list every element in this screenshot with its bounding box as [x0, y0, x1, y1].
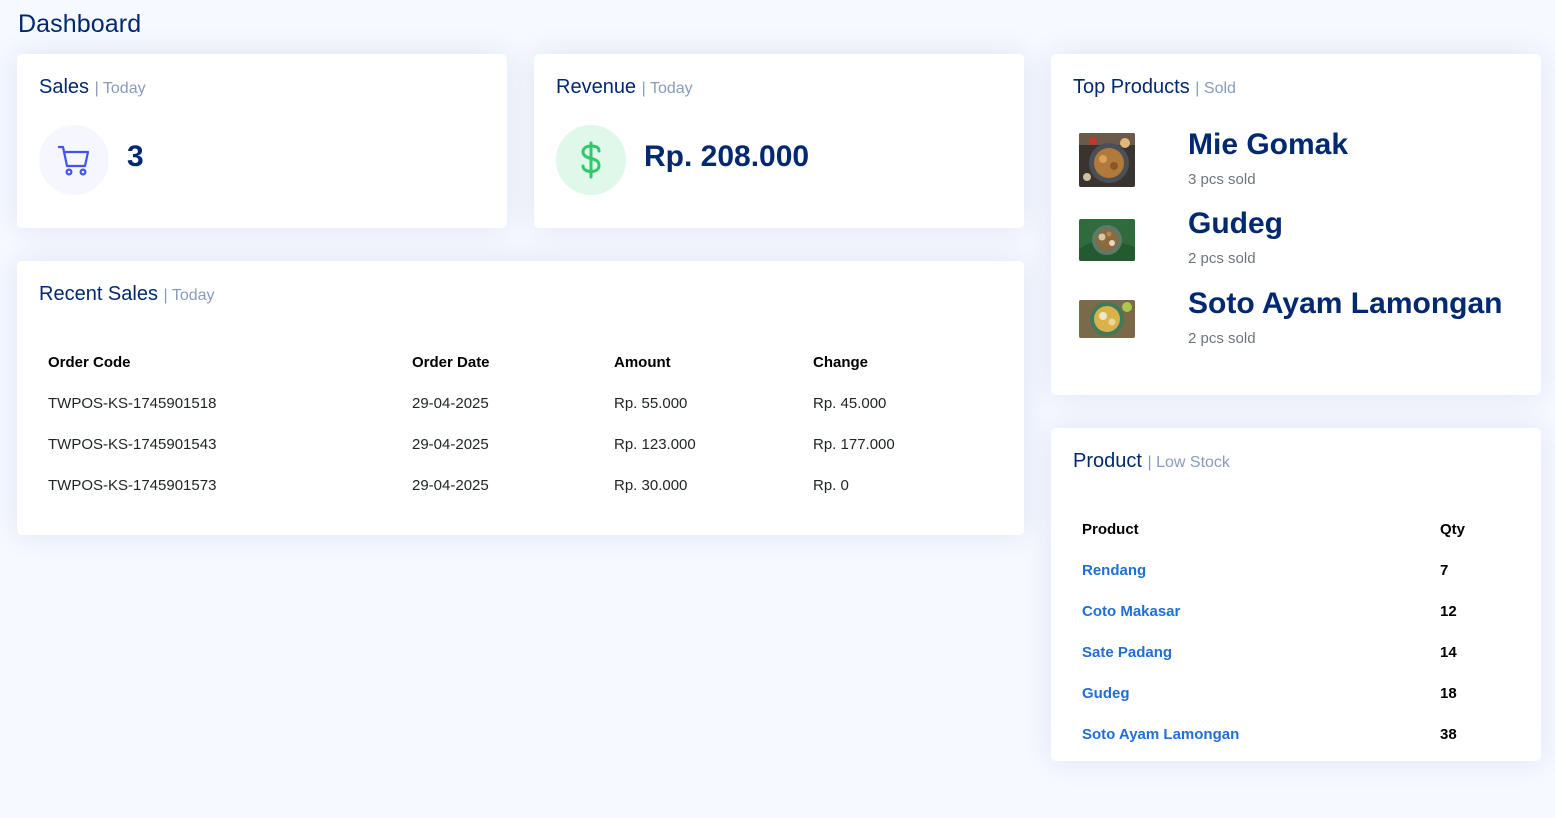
revenue-subtitle: | Today	[641, 80, 693, 97]
order-change: Rp. 177.000	[813, 436, 895, 453]
order-amount: Rp. 30.000	[614, 477, 688, 494]
revenue-card: Revenue | Today Rp. 208.000	[534, 54, 1024, 228]
top-product-sold: 3 pcs sold	[1188, 171, 1256, 188]
order-code: TWPOS-KS-1745901573	[48, 477, 217, 494]
product-thumbnail	[1079, 133, 1135, 187]
order-change: Rp. 45.000	[813, 395, 887, 412]
column-header: Change	[813, 354, 869, 371]
page-title: Dashboard	[18, 10, 142, 38]
sales-title-text: Sales	[39, 76, 90, 98]
column-header: Product	[1082, 521, 1139, 538]
table-row: TWPOS-KS-1745901518 29-04-2025 Rp. 55.00…	[48, 383, 993, 424]
top-products-title-text: Top Products	[1073, 76, 1190, 98]
dollar-icon	[581, 141, 601, 179]
product-qty: 38	[1440, 726, 1457, 743]
table-row: TWPOS-KS-1745901573 29-04-2025 Rp. 30.00…	[48, 465, 993, 506]
table-row: Rendang 7	[1082, 550, 1510, 591]
product-qty: 7	[1440, 562, 1449, 579]
recent-sales-title: Recent Sales | Today	[39, 283, 215, 306]
top-product-name: Soto Ayam Lamongan	[1188, 287, 1503, 320]
top-products-card: Top Products | Sold Mie Gomak 3 pcs sold	[1051, 54, 1541, 395]
table-row: Sate Padang 14	[1082, 632, 1510, 673]
sales-subtitle: | Today	[94, 80, 146, 97]
revenue-icon-circle	[556, 125, 626, 195]
order-amount: Rp. 55.000	[614, 395, 688, 412]
table-row: TWPOS-KS-1745901543 29-04-2025 Rp. 123.0…	[48, 424, 993, 465]
column-header: Order Date	[412, 354, 490, 371]
recent-sales-title-text: Recent Sales	[39, 283, 158, 305]
product-qty: 12	[1440, 603, 1457, 620]
product-link[interactable]: Sate Padang	[1082, 632, 1440, 673]
table-row: Coto Makasar 12	[1082, 591, 1510, 632]
top-product-sold: 2 pcs sold	[1188, 250, 1256, 267]
recent-sales-card: Recent Sales | Today Order Code Order Da…	[17, 261, 1024, 535]
table-header-row: Order Code Order Date Amount Change	[48, 342, 993, 383]
product-link[interactable]: Coto Makasar	[1082, 591, 1440, 632]
order-code: TWPOS-KS-1745901543	[48, 436, 217, 453]
top-product-name: Gudeg	[1188, 207, 1283, 240]
sales-icon-circle	[39, 125, 109, 195]
order-date: 29-04-2025	[412, 436, 489, 453]
product-link[interactable]: Soto Ayam Lamongan	[1082, 714, 1440, 755]
cart-icon	[57, 145, 90, 176]
order-date: 29-04-2025	[412, 395, 489, 412]
top-product-sold: 2 pcs sold	[1188, 330, 1256, 347]
product-link[interactable]: Rendang	[1082, 550, 1440, 591]
low-stock-card: Product | Low Stock Product Qty Rendang …	[1051, 428, 1541, 761]
low-stock-subtitle: | Low Stock	[1147, 454, 1230, 471]
recent-sales-subtitle: | Today	[163, 287, 215, 304]
sales-card: Sales | Today 3	[17, 54, 507, 228]
sales-card-title: Sales | Today	[39, 76, 146, 99]
low-stock-title-text: Product	[1073, 450, 1142, 472]
table-header-row: Product Qty	[1082, 509, 1510, 550]
top-products-title: Top Products | Sold	[1073, 76, 1236, 99]
low-stock-table: Product Qty Rendang 7 Coto Makasar 12 Sa…	[1082, 509, 1510, 755]
low-stock-title: Product | Low Stock	[1073, 450, 1230, 473]
recent-sales-table: Order Code Order Date Amount Change TWPO…	[48, 342, 993, 506]
product-qty: 14	[1440, 644, 1457, 661]
revenue-card-title: Revenue | Today	[556, 76, 693, 99]
table-row: Soto Ayam Lamongan 38	[1082, 714, 1510, 755]
column-header: Amount	[614, 354, 671, 371]
column-header: Qty	[1440, 521, 1466, 538]
order-change: Rp. 0	[813, 477, 849, 494]
product-thumbnail	[1079, 300, 1135, 338]
order-date: 29-04-2025	[412, 477, 489, 494]
revenue-amount: Rp. 208.000	[644, 140, 810, 173]
product-thumbnail	[1079, 219, 1135, 261]
product-qty: 18	[1440, 685, 1457, 702]
column-header: Order Code	[48, 354, 131, 371]
top-products-subtitle: | Sold	[1195, 80, 1236, 97]
top-product-name: Mie Gomak	[1188, 128, 1349, 161]
revenue-title-text: Revenue	[556, 76, 637, 98]
order-amount: Rp. 123.000	[614, 436, 696, 453]
product-link[interactable]: Gudeg	[1082, 673, 1440, 714]
order-code: TWPOS-KS-1745901518	[48, 395, 217, 412]
sales-count: 3	[127, 140, 144, 173]
table-row: Gudeg 18	[1082, 673, 1510, 714]
